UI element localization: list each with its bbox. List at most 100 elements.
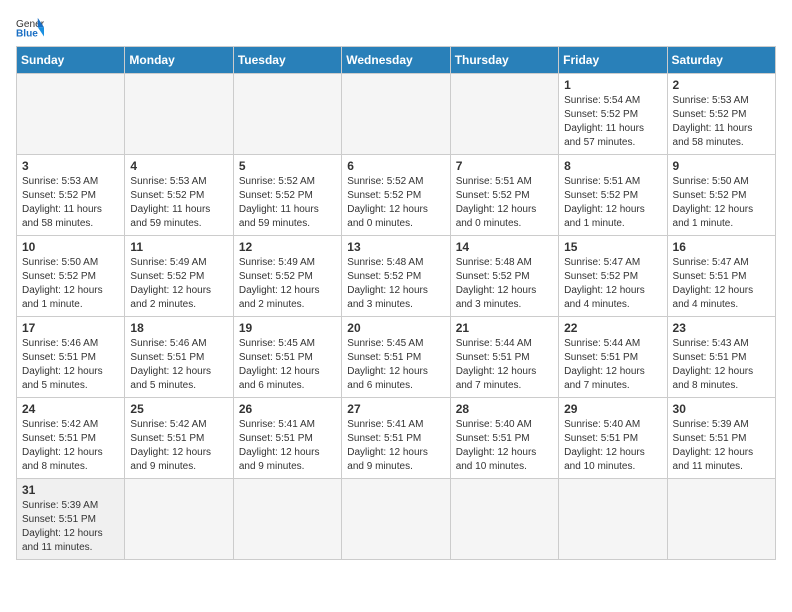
day-number: 31 [22,483,119,497]
weekday-header-tuesday: Tuesday [233,47,341,74]
day-number: 27 [347,402,444,416]
weekday-header-wednesday: Wednesday [342,47,450,74]
calendar-cell [450,479,558,560]
day-info: Sunrise: 5:45 AM Sunset: 5:51 PM Dayligh… [239,337,336,393]
calendar-week-row: 17 Sunrise: 5:46 AM Sunset: 5:51 PM Dayli… [17,317,776,398]
day-number: 17 [22,321,119,335]
calendar-cell: 31 Sunrise: 5:39 AM Sunset: 5:51 PM Dayli… [17,479,125,560]
calendar-cell [342,74,450,155]
day-number: 25 [130,402,227,416]
weekday-header-sunday: Sunday [17,47,125,74]
weekday-header-friday: Friday [559,47,667,74]
calendar-cell: 15 Sunrise: 5:47 AM Sunset: 5:52 PM Dayli… [559,236,667,317]
day-info: Sunrise: 5:42 AM Sunset: 5:51 PM Dayligh… [22,418,119,474]
calendar-cell: 14Sunrise: 5:48 AM Sunset: 5:52 PM Dayli… [450,236,558,317]
day-info: Sunrise: 5:47 AM Sunset: 5:52 PM Dayligh… [564,256,661,312]
calendar-cell: 6 Sunrise: 5:52 AM Sunset: 5:52 PM Daylig… [342,155,450,236]
calendar-cell: 27 Sunrise: 5:41 AM Sunset: 5:51 PM Dayli… [342,398,450,479]
calendar-cell: 5 Sunrise: 5:52 AM Sunset: 5:52 PM Daylig… [233,155,341,236]
day-number: 6 [347,159,444,173]
day-number: 4 [130,159,227,173]
calendar-cell: 7 Sunrise: 5:51 AM Sunset: 5:52 PM Daylig… [450,155,558,236]
day-number: 3 [22,159,119,173]
day-info: Sunrise: 5:50 AM Sunset: 5:52 PM Dayligh… [673,175,770,231]
calendar-cell: 25 Sunrise: 5:42 AM Sunset: 5:51 PM Dayli… [125,398,233,479]
calendar-cell [559,479,667,560]
day-number: 22 [564,321,661,335]
day-info: Sunrise: 5:42 AM Sunset: 5:51 PM Dayligh… [130,418,227,474]
day-info: Sunrise: 5:40 AM Sunset: 5:51 PM Dayligh… [456,418,553,474]
calendar-cell: 11Sunrise: 5:49 AM Sunset: 5:52 PM Dayli… [125,236,233,317]
calendar-week-row: 3 Sunrise: 5:53 AM Sunset: 5:52 PM Daylig… [17,155,776,236]
day-number: 8 [564,159,661,173]
calendar-cell: 8 Sunrise: 5:51 AM Sunset: 5:52 PM Daylig… [559,155,667,236]
calendar-cell: 1Sunrise: 5:54 AM Sunset: 5:52 PM Daylig… [559,74,667,155]
calendar-cell [450,74,558,155]
day-number: 12 [239,240,336,254]
day-info: Sunrise: 5:53 AM Sunset: 5:52 PM Dayligh… [22,175,119,231]
day-info: Sunrise: 5:52 AM Sunset: 5:52 PM Dayligh… [347,175,444,231]
day-info: Sunrise: 5:45 AM Sunset: 5:51 PM Dayligh… [347,337,444,393]
calendar-cell [233,74,341,155]
calendar-cell: 23 Sunrise: 5:43 AM Sunset: 5:51 PM Dayli… [667,317,775,398]
day-info: Sunrise: 5:48 AM Sunset: 5:52 PM Dayligh… [456,256,553,312]
calendar-cell [342,479,450,560]
calendar-week-row: 31 Sunrise: 5:39 AM Sunset: 5:51 PM Dayli… [17,479,776,560]
day-info: Sunrise: 5:48 AM Sunset: 5:52 PM Dayligh… [347,256,444,312]
calendar-cell: 3 Sunrise: 5:53 AM Sunset: 5:52 PM Daylig… [17,155,125,236]
day-info: Sunrise: 5:50 AM Sunset: 5:52 PM Dayligh… [22,256,119,312]
calendar-week-row: 10 Sunrise: 5:50 AM Sunset: 5:52 PM Dayli… [17,236,776,317]
calendar-cell: 17Sunrise: 5:46 AM Sunset: 5:51 PM Dayli… [17,317,125,398]
day-number: 26 [239,402,336,416]
day-number: 1 [564,78,661,92]
calendar-cell [17,74,125,155]
calendar-cell: 29Sunrise: 5:40 AM Sunset: 5:51 PM Dayli… [559,398,667,479]
day-info: Sunrise: 5:41 AM Sunset: 5:51 PM Dayligh… [239,418,336,474]
calendar-cell [125,74,233,155]
day-number: 28 [456,402,553,416]
day-number: 15 [564,240,661,254]
day-info: Sunrise: 5:44 AM Sunset: 5:51 PM Dayligh… [564,337,661,393]
calendar-cell: 21 Sunrise: 5:44 AM Sunset: 5:51 PM Dayli… [450,317,558,398]
calendar-cell: 24 Sunrise: 5:42 AM Sunset: 5:51 PM Dayli… [17,398,125,479]
calendar-cell: 13Sunrise: 5:48 AM Sunset: 5:52 PM Dayli… [342,236,450,317]
day-info: Sunrise: 5:51 AM Sunset: 5:52 PM Dayligh… [456,175,553,231]
day-info: Sunrise: 5:39 AM Sunset: 5:51 PM Dayligh… [22,499,119,555]
calendar-cell [667,479,775,560]
day-info: Sunrise: 5:40 AM Sunset: 5:51 PM Dayligh… [564,418,661,474]
day-number: 23 [673,321,770,335]
logo-icon: General Blue [16,16,44,40]
day-number: 19 [239,321,336,335]
calendar-cell: 30Sunrise: 5:39 AM Sunset: 5:51 PM Dayli… [667,398,775,479]
calendar-cell: 19 Sunrise: 5:45 AM Sunset: 5:51 PM Dayli… [233,317,341,398]
day-number: 10 [22,240,119,254]
day-number: 21 [456,321,553,335]
calendar-week-row: 24 Sunrise: 5:42 AM Sunset: 5:51 PM Dayli… [17,398,776,479]
weekday-header-monday: Monday [125,47,233,74]
day-info: Sunrise: 5:46 AM Sunset: 5:51 PM Dayligh… [130,337,227,393]
day-info: Sunrise: 5:53 AM Sunset: 5:52 PM Dayligh… [673,94,770,150]
weekday-header-saturday: Saturday [667,47,775,74]
calendar-cell [125,479,233,560]
day-number: 30 [673,402,770,416]
logo: General Blue [16,16,44,40]
calendar-cell: 18Sunrise: 5:46 AM Sunset: 5:51 PM Dayli… [125,317,233,398]
calendar-cell [233,479,341,560]
calendar-cell: 28 Sunrise: 5:40 AM Sunset: 5:51 PM Dayli… [450,398,558,479]
day-number: 24 [22,402,119,416]
day-info: Sunrise: 5:43 AM Sunset: 5:51 PM Dayligh… [673,337,770,393]
day-info: Sunrise: 5:52 AM Sunset: 5:52 PM Dayligh… [239,175,336,231]
day-number: 20 [347,321,444,335]
calendar-cell: 20 Sunrise: 5:45 AM Sunset: 5:51 PM Dayli… [342,317,450,398]
calendar-week-row: 1Sunrise: 5:54 AM Sunset: 5:52 PM Daylig… [17,74,776,155]
calendar-cell: 2Sunrise: 5:53 AM Sunset: 5:52 PM Daylig… [667,74,775,155]
day-info: Sunrise: 5:44 AM Sunset: 5:51 PM Dayligh… [456,337,553,393]
day-number: 11 [130,240,227,254]
day-number: 7 [456,159,553,173]
calendar-cell: 10 Sunrise: 5:50 AM Sunset: 5:52 PM Dayli… [17,236,125,317]
weekday-header-thursday: Thursday [450,47,558,74]
day-info: Sunrise: 5:41 AM Sunset: 5:51 PM Dayligh… [347,418,444,474]
day-info: Sunrise: 5:51 AM Sunset: 5:52 PM Dayligh… [564,175,661,231]
day-number: 5 [239,159,336,173]
svg-text:Blue: Blue [16,29,38,40]
